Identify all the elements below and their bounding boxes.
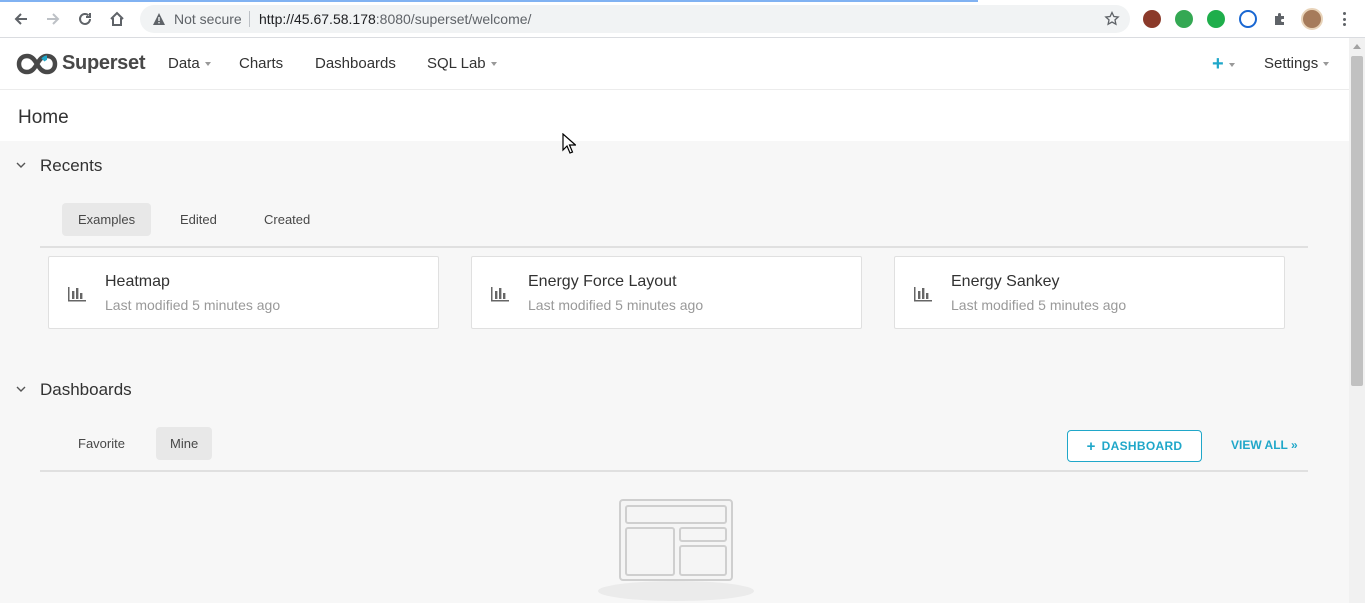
puzzle-icon[interactable] [1268,7,1292,31]
nav-item-label: SQL Lab [427,55,486,72]
superset-logo[interactable]: Superset [16,52,145,75]
bar-chart-icon [914,287,932,302]
nav-item-charts[interactable]: Charts [239,55,283,72]
forward-icon[interactable] [41,7,65,31]
url-text[interactable]: http://45.67.58.178:8080/superset/welcom… [259,11,531,27]
add-dashboard-label: DASHBOARD [1101,439,1183,453]
star-icon[interactable] [1104,11,1120,27]
tab-label: Edited [180,212,217,227]
page-scrollbar[interactable] [1349,38,1365,603]
plus-icon: + [1086,437,1096,455]
url-host: http://45.67.58.178 [259,11,376,27]
recent-card[interactable]: Energy Sankey Last modified 5 minutes ag… [894,256,1285,329]
scroll-up-arrow-icon[interactable] [1353,44,1361,49]
settings-menu[interactable]: Settings [1264,55,1330,72]
tab-label: Favorite [78,436,125,451]
address-separator [249,11,250,27]
page-title: Home [18,107,69,128]
reload-icon[interactable] [73,7,97,31]
browser-toolbar: Not secure http://45.67.58.178:8080/supe… [0,0,1365,38]
recent-card[interactable]: Energy Force Layout Last modified 5 minu… [471,256,862,329]
app-navbar: Superset Data Charts Dashboards SQL Lab … [0,38,1349,90]
home-header: Home [0,90,1349,141]
address-bar[interactable]: Not secure http://45.67.58.178:8080/supe… [140,5,1130,33]
caret-down-icon [1323,62,1330,67]
brand-name: Superset [62,52,146,74]
tab-created[interactable]: Created [248,203,326,236]
bar-chart-icon [491,287,509,302]
tab-label: Mine [170,436,199,451]
nav-item-data[interactable]: Data [168,55,211,72]
extension-icon[interactable] [1207,10,1225,28]
tab-label: Examples [78,212,136,227]
scroll-thumb[interactable] [1351,56,1363,386]
tabs-divider [40,246,1308,248]
back-icon[interactable] [9,7,33,31]
nav-item-dashboards[interactable]: Dashboards [315,55,396,72]
extension-icon[interactable] [1239,10,1257,28]
tabs-divider [40,470,1308,472]
card-subtitle: Last modified 5 minutes ago [528,297,704,313]
add-dashboard-button[interactable]: + DASHBOARD [1067,430,1202,462]
settings-label: Settings [1264,55,1319,72]
avatar[interactable] [1301,8,1323,30]
page-load-progress [0,0,978,2]
card-title: Energy Sankey [951,273,1060,290]
caret-down-icon [1228,62,1235,67]
view-all-link[interactable]: VIEW ALL » [1231,438,1298,452]
home-icon[interactable] [105,7,129,31]
card-title: Heatmap [105,273,170,290]
bar-chart-icon [68,287,86,302]
recents-title[interactable]: Recents [40,156,102,176]
tab-edited[interactable]: Edited [164,203,233,236]
tab-favorite[interactable]: Favorite [62,427,141,460]
caret-down-icon [204,62,211,67]
card-subtitle: Last modified 5 minutes ago [105,297,281,313]
plus-icon: + [1212,53,1224,75]
recent-card[interactable]: Heatmap Last modified 5 minutes ago [48,256,439,329]
menu-icon[interactable] [1338,9,1350,29]
empty-state-illustration [598,499,754,601]
mouse-cursor-icon [562,133,576,154]
nav-item-label: Data [168,55,200,72]
warning-icon[interactable] [152,12,166,26]
tab-label: Created [264,212,311,227]
superset-logo-icon [16,53,58,74]
tab-mine[interactable]: Mine [156,427,213,460]
tab-examples[interactable]: Examples [62,203,152,236]
nav-item-label: Charts [239,55,284,72]
collapse-chevron-icon[interactable] [15,159,27,171]
url-path: :8080/superset/welcome/ [375,11,532,27]
nav-item-sql-lab[interactable]: SQL Lab [427,55,497,72]
card-subtitle: Last modified 5 minutes ago [951,297,1127,313]
nav-item-label: Dashboards [315,55,396,72]
collapse-chevron-icon[interactable] [15,383,27,395]
new-menu-button[interactable]: + [1212,53,1235,76]
card-title: Energy Force Layout [528,273,677,290]
security-label[interactable]: Not secure [174,11,242,27]
caret-down-icon [490,62,497,67]
dashboards-title[interactable]: Dashboards [40,380,132,400]
extension-icon[interactable] [1143,10,1161,28]
extension-icon[interactable] [1175,10,1193,28]
